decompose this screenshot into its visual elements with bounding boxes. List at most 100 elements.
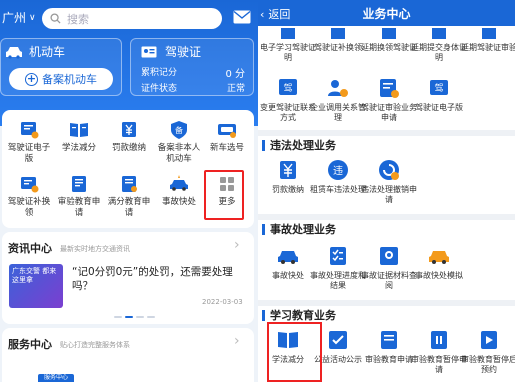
section-bar	[262, 223, 265, 235]
license-card[interactable]: 驾驶证 累积记分 0 分 证件状态 正常	[130, 38, 254, 96]
grid-item-license-ecard[interactable]: 驾驶证电子版	[4, 120, 54, 165]
item-delay-renew[interactable]: 延期换领驾驶证	[361, 28, 417, 53]
item-license-renew[interactable]: 驾驶证补换领	[310, 28, 366, 53]
fullscore-edu-icon	[122, 176, 137, 192]
grid-item-record-vehicle[interactable]: 备 备案非本人机动车	[154, 120, 204, 165]
grid-item-fine-payment[interactable]: 罚款缴纳	[104, 120, 154, 154]
grid-label: 驾驶证补换领	[7, 197, 51, 218]
section-bar	[262, 309, 265, 321]
violation-title: 违法处理业务	[262, 137, 336, 153]
grid-label: 备案非本人机动车	[157, 143, 201, 164]
pause-doc-icon	[431, 331, 447, 349]
service-subtitle: 贴心打造完整服务体系	[60, 341, 130, 349]
points-value: 0	[225, 69, 232, 80]
calendar-icon	[482, 28, 496, 39]
item-rental-violation[interactable]: 违 租赁车违法处理	[310, 158, 366, 195]
accident-title: 事故处理业务	[262, 221, 336, 237]
grid-label: 事故快处	[161, 197, 196, 207]
city-selector[interactable]: 广州 ∨	[2, 9, 36, 26]
item-accident-evidence[interactable]: 事故证据材料查阅	[361, 244, 417, 291]
item-label: 事故快处	[272, 271, 304, 280]
section-title: 事故处理业务	[270, 223, 336, 236]
service-center-tag[interactable]: 服务中心	[38, 374, 74, 382]
item-label: 审验教育暂停后预约	[461, 355, 515, 374]
item-label: 延期提交身体证明	[411, 43, 467, 62]
city-name: 广州	[2, 11, 27, 25]
chevron-right-icon[interactable]: ›	[234, 237, 240, 253]
status-row: 证件状态 正常	[141, 81, 245, 94]
grid-item-fullscore-education[interactable]: 满分教育申请	[104, 174, 154, 219]
book-icon	[70, 123, 88, 137]
item-label: 电子学习驾驶证明	[260, 43, 316, 62]
license-renew-icon	[21, 177, 39, 193]
status-label: 证件状态	[141, 84, 178, 94]
section-title: 学习教育业务	[270, 309, 336, 322]
item-accident-quick[interactable]: 事故快处	[260, 244, 316, 281]
review-doc-icon	[380, 79, 399, 98]
item-change-contact[interactable]: 驾 变更驾驶证联系方式	[260, 76, 316, 123]
item-delay-health-proof[interactable]: 延期提交身体证明	[411, 28, 467, 63]
news-headline[interactable]: “记0分罚0元”的处罚，还需要处理吗？	[72, 265, 242, 293]
vehicle-card[interactable]: 机动车 + 备案机动车	[0, 38, 122, 96]
grid-item-new-car-plate[interactable]: 新车选号	[202, 120, 252, 154]
license-ecard-icon: 驾	[430, 80, 448, 95]
checklist-icon	[330, 247, 346, 265]
item-review-pause[interactable]: 审验教育暂停申请	[411, 328, 467, 375]
grid-item-accident-quick[interactable]: 事故快处	[154, 174, 204, 208]
add-vehicle-label: 备案机动车	[42, 73, 97, 86]
grid-label: 满分教育申请	[107, 197, 151, 218]
item-label: 变更驾驶证联系方式	[260, 103, 316, 122]
item-accident-simulation[interactable]: 事故快处模拟	[411, 244, 467, 281]
search-icon	[50, 13, 61, 24]
item-accident-progress[interactable]: 事故处理进度和结果	[310, 244, 366, 291]
item-label: 租赁车违法处理	[310, 185, 366, 194]
study-highlight-box	[267, 322, 322, 382]
item-violation-revoke[interactable]: 违法处理撤销申请	[361, 158, 417, 205]
study-title: 学习教育业务	[262, 307, 336, 323]
screenshot: 广州 ∨ 搜索 机动车 + 备案机动车 驾驶证 累积记分 0 分 证件状态 正常…	[0, 0, 515, 382]
thumb-text: 广东交警 都来这里拿	[12, 267, 57, 284]
item-enterprise-relation[interactable]: 企业调用关系管理	[310, 76, 366, 123]
chevron-right-icon[interactable]: ›	[234, 333, 240, 349]
license-business-section: 电子学习驾驶证明 驾驶证补换领 延期换领驾驶证 延期提交身体证明 延期驾驶证审验…	[258, 26, 515, 130]
more-highlight-box	[204, 170, 244, 220]
status-value: 正常	[226, 84, 245, 94]
search-input[interactable]: 搜索	[42, 8, 222, 29]
accident-section: 事故处理业务 事故快处 事故处理进度和结果 事故证据材料查阅 事故快处模拟	[258, 220, 515, 300]
add-vehicle-button[interactable]: + 备案机动车	[9, 68, 113, 90]
item-delay-review[interactable]: 延期驾驶证审验	[461, 28, 515, 53]
mail-icon[interactable]	[233, 10, 251, 24]
grid-item-license-renew[interactable]: 驾驶证补换领	[4, 174, 54, 219]
news-thumbnail[interactable]: 广东交警 都来这里拿	[9, 264, 63, 308]
item-label: 驾驶证补换领	[314, 43, 362, 52]
business-center-screen: ‹ 返回 业务中心 电子学习驾驶证明 驾驶证补换领 延期换领驾驶证 延期提交身体…	[258, 0, 515, 382]
yen-icon	[122, 122, 136, 137]
item-review-resume[interactable]: 审验教育暂停后预约	[461, 328, 515, 375]
people-icon	[328, 80, 348, 97]
review-edu-icon	[72, 176, 86, 192]
svg-text:备: 备	[175, 125, 183, 135]
search-placeholder: 搜索	[67, 12, 89, 26]
item-e-learning-proof[interactable]: 电子学习驾驶证明	[260, 28, 316, 63]
evidence-icon	[380, 247, 398, 265]
vehicle-card-title: 机动车	[29, 45, 66, 59]
grid-label: 学法减分	[61, 143, 96, 153]
license-edit-icon: 驾	[279, 79, 297, 95]
business-header: ‹ 返回 业务中心	[258, 0, 515, 26]
grid-item-review-education[interactable]: 审验教育申请	[54, 174, 104, 219]
points-row: 累积记分 0 分	[141, 65, 245, 80]
item-fine-payment[interactable]: 罚款缴纳	[260, 158, 316, 195]
item-label: 罚款缴纳	[272, 185, 304, 194]
license-ecard-icon	[21, 122, 39, 139]
item-review-business[interactable]: 驾驶证审验业务申请	[361, 76, 417, 123]
violation-section: 违法处理业务 罚款缴纳 违 租赁车违法处理 违法处理撤销申请	[258, 136, 515, 214]
item-label: 企业调用关系管理	[310, 103, 366, 122]
item-review-education[interactable]: 审验教育申请	[361, 328, 417, 365]
section-bar	[262, 139, 265, 151]
item-license-ecard[interactable]: 驾 驾驶证电子版	[411, 76, 467, 113]
carousel-dots	[114, 316, 155, 318]
svg-text:驾: 驾	[434, 83, 443, 94]
page-title: 业务中心	[362, 7, 411, 21]
item-label: 驾驶证审验业务申请	[361, 103, 417, 122]
grid-item-study-points[interactable]: 学法减分	[54, 120, 104, 154]
